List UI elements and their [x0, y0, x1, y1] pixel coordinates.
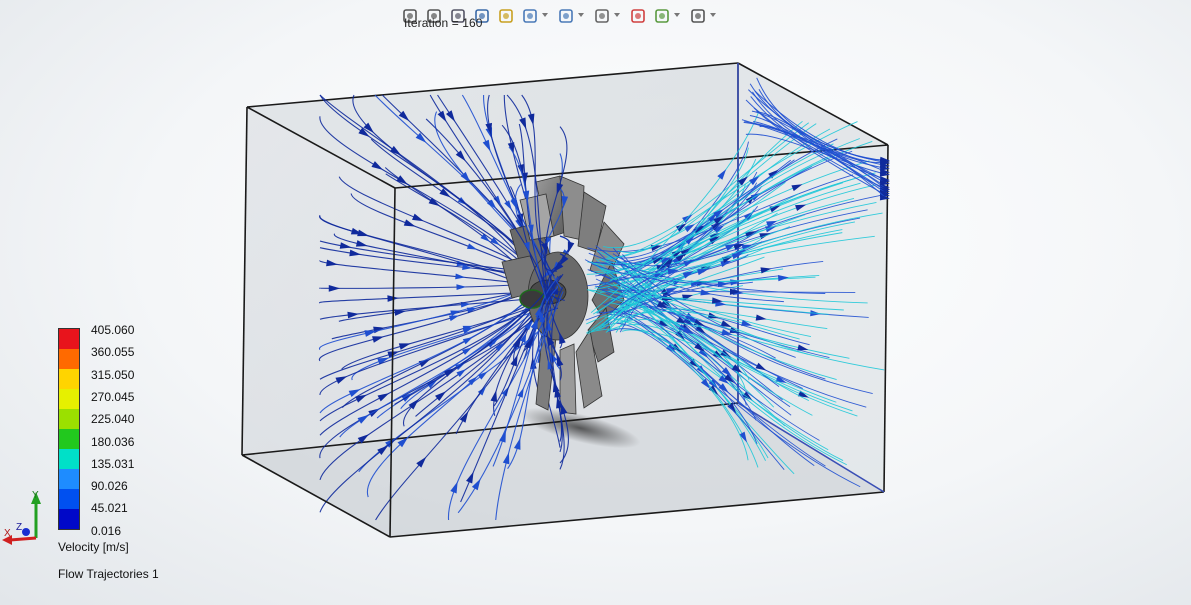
legend-color-segment — [59, 429, 79, 449]
view-settings-dropdown-icon[interactable] — [710, 13, 716, 17]
graphics-viewport[interactable] — [0, 0, 1191, 605]
legend-color-segment — [59, 329, 79, 349]
legend-value: 315.050 — [91, 367, 135, 382]
legend-color-segment — [59, 369, 79, 389]
legend-value: 135.031 — [91, 456, 135, 471]
view-orientation-dropdown-icon[interactable] — [542, 13, 548, 17]
legend-color-bar — [58, 328, 80, 530]
legend-value: 405.060 — [91, 323, 135, 337]
legend-value: 45.021 — [91, 501, 128, 516]
edit-appearance-icon[interactable] — [628, 6, 648, 26]
legend-title: Velocity [m/s] — [58, 540, 129, 554]
legend-color-segment — [59, 469, 79, 489]
legend-value: 360.055 — [91, 345, 135, 360]
apply-scene-dropdown-icon[interactable] — [674, 13, 680, 17]
triad-y-label: Y — [32, 490, 39, 501]
flow-trajectories-label: Flow Trajectories 1 — [58, 567, 159, 581]
triad-x-label: X — [4, 528, 11, 539]
legend-color-segment — [59, 349, 79, 369]
display-style-icon[interactable] — [556, 6, 576, 26]
legend-value: 270.045 — [91, 389, 135, 404]
legend-color-segment — [59, 509, 79, 529]
legend-value: 225.040 — [91, 412, 135, 427]
display-style-dropdown-icon[interactable] — [578, 13, 584, 17]
legend-value: 0.016 — [91, 523, 122, 538]
iteration-label: Iteration = 160 — [404, 16, 483, 30]
hide-show-items-dropdown-icon[interactable] — [614, 13, 620, 17]
legend-value: 180.036 — [91, 434, 135, 449]
reference-triad: Y X Z — [2, 490, 41, 545]
legend-color-segment — [59, 449, 79, 469]
dynamic-annotation-icon[interactable] — [496, 6, 516, 26]
legend-value: 90.026 — [91, 479, 128, 494]
legend-color-segment — [59, 389, 79, 409]
apply-scene-icon[interactable] — [652, 6, 672, 26]
legend-color-segment — [59, 409, 79, 429]
view-settings-icon[interactable] — [688, 6, 708, 26]
view-orientation-icon[interactable] — [520, 6, 540, 26]
triad-z-label: Z — [16, 522, 22, 533]
hide-show-items-icon[interactable] — [592, 6, 612, 26]
legend-color-segment — [59, 489, 79, 509]
